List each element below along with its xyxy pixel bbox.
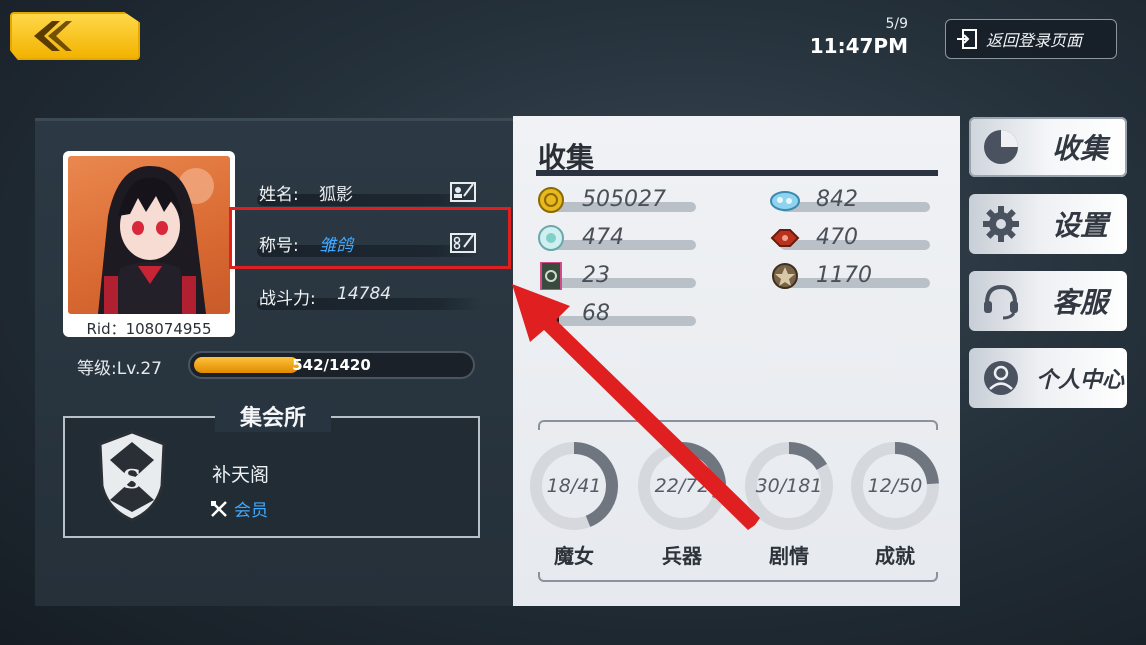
menu-settings-label: 设置 bbox=[1051, 209, 1108, 242]
rid-text: Rid：108074955 bbox=[86, 320, 212, 338]
guild-section-title: 集会所 bbox=[215, 400, 331, 432]
stats-frame-bottom bbox=[538, 572, 938, 582]
menu-collect-button[interactable]: 收集 bbox=[969, 117, 1127, 177]
xp-text: 542/1420 bbox=[292, 356, 371, 374]
resource-card-ticket[interactable]: 23 bbox=[536, 260, 696, 292]
stat-achievement[interactable]: 12/50 成就 bbox=[849, 440, 941, 569]
gear-icon bbox=[983, 206, 1019, 242]
title-highlight-box bbox=[229, 207, 511, 269]
name-value: 狐影 bbox=[319, 185, 353, 205]
xp-progress-bar: 542/1420 bbox=[188, 351, 475, 379]
stat-ratio: 22/72 bbox=[654, 475, 710, 497]
resource-crystal-orb[interactable]: 474 bbox=[536, 222, 696, 254]
power-label: 战斗力: bbox=[259, 289, 316, 309]
stat-ratio: 12/50 bbox=[867, 475, 923, 497]
resource-value: 842 bbox=[816, 187, 858, 212]
stat-label: 剧情 bbox=[769, 544, 809, 568]
device-item-icon bbox=[543, 301, 559, 327]
menu-support-label: 客服 bbox=[1051, 286, 1108, 319]
power-row: 战斗力: 14784 bbox=[257, 282, 482, 312]
blue-gem-icon bbox=[770, 191, 800, 211]
stat-story[interactable]: 30/181 剧情 bbox=[743, 440, 835, 569]
menu-collect-label: 收集 bbox=[1051, 132, 1108, 165]
stat-label: 兵器 bbox=[662, 544, 702, 568]
stats-frame-top bbox=[538, 420, 938, 430]
menu-support-button[interactable]: 客服 bbox=[969, 271, 1127, 331]
gold-coin-icon bbox=[538, 187, 564, 213]
stat-ratio: 30/181 bbox=[755, 475, 823, 497]
power-value: 14784 bbox=[337, 284, 392, 304]
edit-name-icon[interactable] bbox=[450, 180, 476, 202]
date-text: 5/9 bbox=[885, 16, 908, 32]
menu-settings-button[interactable]: 设置 bbox=[969, 194, 1127, 254]
guild-emblem-icon: S bbox=[98, 430, 166, 522]
clock-time: 11:47PM bbox=[809, 34, 908, 58]
resource-value: 23 bbox=[582, 263, 610, 288]
name-label: 姓名: bbox=[259, 185, 299, 205]
stat-label: 魔女 bbox=[554, 544, 594, 568]
resource-bronze-medal[interactable]: 1170 bbox=[770, 260, 930, 292]
collection-title-underline bbox=[536, 170, 938, 176]
resource-value: 470 bbox=[816, 225, 858, 250]
resource-gold[interactable]: 505027 bbox=[536, 184, 696, 216]
guild-role: 会员 bbox=[210, 496, 268, 521]
character-portrait-icon bbox=[98, 166, 214, 314]
avatar-portrait bbox=[68, 156, 230, 314]
pie-chart-icon bbox=[984, 130, 1018, 164]
name-row: 姓名: 狐影 bbox=[257, 178, 482, 208]
card-ticket-icon bbox=[540, 262, 562, 290]
svg-text:S: S bbox=[123, 465, 142, 495]
stat-ratio: 18/41 bbox=[546, 475, 602, 497]
guild-name: 补天阁 bbox=[212, 464, 270, 486]
crossed-tools-icon bbox=[211, 500, 227, 517]
user-icon bbox=[984, 361, 1018, 395]
resource-value: 1170 bbox=[816, 263, 872, 288]
crystal-orb-icon bbox=[538, 225, 564, 251]
headset-icon bbox=[984, 284, 1018, 320]
red-gem-icon bbox=[770, 229, 800, 247]
resource-value: 68 bbox=[582, 301, 610, 326]
resource-red-gem[interactable]: 470 bbox=[770, 222, 930, 254]
return-login-button[interactable]: 返回登录页面 bbox=[945, 19, 1117, 59]
return-login-label: 返回登录页面 bbox=[986, 31, 1083, 50]
resource-device-item[interactable]: 68 bbox=[536, 298, 696, 330]
stat-label: 成就 bbox=[875, 544, 915, 568]
guild-role-text: 会员 bbox=[234, 501, 268, 521]
chevron-left-icon bbox=[34, 21, 72, 51]
stat-weapon[interactable]: 22/72 兵器 bbox=[636, 440, 728, 569]
resource-blue-gem[interactable]: 842 bbox=[770, 184, 930, 216]
menu-personal-center-button[interactable]: 个人中心 bbox=[969, 348, 1127, 408]
avatar[interactable] bbox=[63, 151, 235, 337]
back-button[interactable] bbox=[10, 12, 140, 60]
resource-value: 505027 bbox=[582, 187, 666, 212]
bronze-medal-icon bbox=[772, 263, 798, 289]
menu-personal-center-label: 个人中心 bbox=[1035, 368, 1124, 393]
logout-icon bbox=[957, 29, 977, 49]
level-label: 等级:Lv.27 bbox=[77, 359, 162, 379]
stat-witch[interactable]: 18/41 魔女 bbox=[528, 440, 620, 569]
resource-value: 474 bbox=[582, 225, 624, 250]
